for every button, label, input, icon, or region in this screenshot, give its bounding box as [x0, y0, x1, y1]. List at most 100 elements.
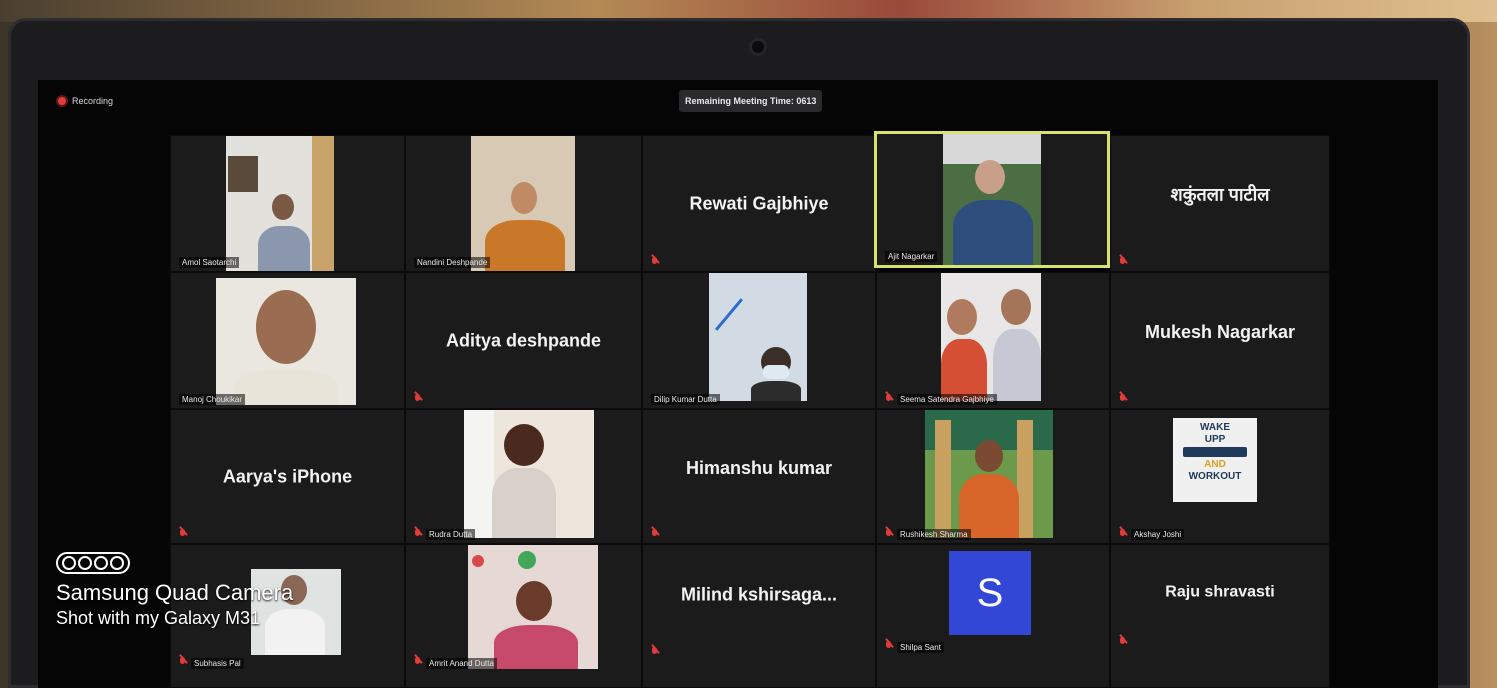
person-head [1001, 289, 1031, 325]
person-body [751, 381, 801, 401]
avatar: S [949, 551, 1031, 635]
mic-muted-icon [414, 529, 422, 539]
mic-muted-icon [885, 641, 893, 651]
person-head [516, 581, 552, 621]
participant-display-name: शकुंतला पाटील [1170, 183, 1270, 204]
watermark-subtitle: Shot with my Galaxy M31 [56, 608, 261, 628]
person-head [975, 160, 1005, 194]
participant-display-name: Raju shravasti [1165, 583, 1275, 601]
wall [464, 410, 494, 538]
participant-video [925, 410, 1053, 538]
camera-watermark: Samsung Quad Camera Shot with my Galaxy … [56, 552, 293, 629]
participant-display-name: Milind kshirsaga... [680, 584, 838, 605]
person-body [953, 200, 1033, 265]
mic-muted-icon [179, 657, 187, 667]
logo-line: WAKE [1200, 422, 1230, 433]
participant-name: Rudra Dutta [426, 529, 476, 540]
participant-video [226, 136, 334, 271]
recording-indicator: Recording [58, 96, 113, 106]
person-head [975, 440, 1003, 472]
participant-video [941, 273, 1041, 401]
participant-tile[interactable]: S Shilpa Sant [876, 544, 1110, 688]
participant-tile[interactable]: Raju shravasti [1110, 544, 1330, 688]
participant-tile[interactable]: Rushikesh Sharma [876, 409, 1110, 544]
participant-name: Subhasis Pal [191, 658, 244, 669]
mic-muted-icon [1119, 637, 1127, 647]
watermark-title: Samsung Quad Camera [56, 580, 294, 605]
mic-muted-icon [414, 394, 422, 404]
participant-video [468, 545, 598, 669]
participant-tile[interactable]: Nandini Deshpande [405, 135, 642, 272]
quad-camera-icon [56, 552, 293, 574]
logo-line: WORKOUT [1188, 470, 1242, 482]
participant-name: Ajit Nagarkar [885, 251, 938, 262]
wake-up-workout-logo: WAKE UPP AND WORKOUT [1173, 418, 1257, 502]
recording-label: Recording [72, 96, 114, 106]
record-icon [58, 97, 66, 105]
participant-video [471, 136, 575, 271]
person-head [272, 194, 294, 220]
participant-display-name: Mukesh Nagarkar [1144, 321, 1296, 342]
participant-name: Amol Saotarchi [179, 257, 240, 268]
person-body [485, 220, 565, 271]
participant-tile[interactable]: Aarya's iPhone [170, 409, 405, 544]
dumbbell-icon [1183, 447, 1247, 457]
participant-name: Amrit Anand Dutta [426, 658, 497, 669]
participant-name: Manoj Choukikar [179, 394, 246, 405]
participant-video [464, 410, 594, 538]
logo-line: AND [1204, 459, 1226, 470]
participant-name: Akshay Joshi [1131, 529, 1185, 540]
participant-name: Seema Satendra Gajbhiye [897, 394, 997, 405]
person-head [511, 182, 537, 214]
meeting-timer: Remaining Meeting Time: 0613 [679, 90, 823, 112]
person-body [941, 339, 987, 401]
participant-tile[interactable]: शकुंतला पाटील [1110, 135, 1330, 272]
person-head [256, 290, 316, 364]
balloon [472, 555, 484, 567]
logo-line: UPP [1204, 433, 1226, 445]
mic-muted-icon [414, 657, 422, 667]
participant-video [943, 134, 1041, 265]
participant-video [709, 273, 807, 401]
person-body [494, 625, 578, 669]
person-body [492, 468, 556, 538]
balloon [518, 551, 536, 569]
participant-tile[interactable]: Seema Satendra Gajbhiye [876, 272, 1110, 409]
participant-tile[interactable]: Milind kshirsaga... [642, 544, 876, 688]
pillar [935, 420, 951, 538]
person-body [258, 226, 310, 271]
mic-muted-icon [885, 529, 893, 539]
participant-tile[interactable]: Aditya deshpande [405, 272, 642, 409]
participant-name: Dilip Kumar Dutta [651, 394, 720, 405]
participant-name: Shilpa Sant [897, 642, 944, 653]
mic-muted-icon [885, 394, 893, 404]
participant-tile[interactable]: WAKE UPP AND WORKOUT Akshay Joshi [1110, 409, 1330, 544]
face-mask [763, 365, 789, 379]
participant-display-name: Rewati Gajbhiye [689, 193, 829, 213]
person-body [993, 329, 1041, 401]
active-speaker-tile[interactable]: Ajit Nagarkar [874, 131, 1110, 268]
person-body [234, 370, 338, 405]
participant-display-name: Aditya deshpande [445, 330, 602, 350]
mic-muted-icon [1119, 257, 1127, 267]
participant-tile[interactable]: Amol Saotarchi [170, 135, 405, 272]
webcam [752, 41, 764, 53]
mic-muted-icon [651, 257, 659, 267]
participant-tile[interactable]: Mukesh Nagarkar [1110, 272, 1330, 409]
door [312, 136, 334, 271]
ceiling-line [714, 298, 744, 331]
participant-tile[interactable]: Himanshu kumar [642, 409, 876, 544]
mic-muted-icon [1119, 529, 1127, 539]
mic-muted-icon [651, 529, 659, 539]
participant-display-name: Himanshu kumar [685, 457, 833, 478]
mic-muted-icon [651, 647, 659, 657]
pillar [1017, 420, 1033, 538]
mic-muted-icon [1119, 394, 1127, 404]
participant-tile[interactable]: Rewati Gajbhiye [642, 135, 876, 272]
participant-tile[interactable]: Rudra Dutta [405, 409, 642, 544]
participant-tile[interactable]: Amrit Anand Dutta [405, 544, 642, 688]
participant-tile[interactable]: Dilip Kumar Dutta [642, 272, 876, 409]
wall-frame [228, 156, 258, 192]
person-head [504, 424, 544, 466]
participant-tile[interactable]: Manoj Choukikar [170, 272, 405, 409]
